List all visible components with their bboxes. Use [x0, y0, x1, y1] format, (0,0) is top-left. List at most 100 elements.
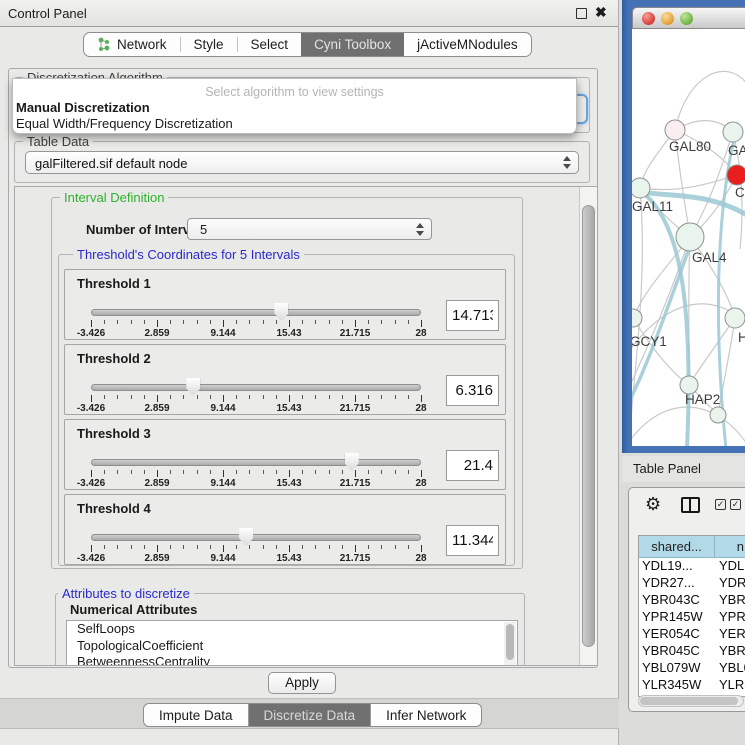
- popup-hint-text: Select algorithm to view settings: [13, 79, 576, 99]
- table-horizontal-scrollbar-thumb[interactable]: [640, 697, 738, 705]
- table-row[interactable]: YER054CYER0: [639, 626, 745, 643]
- popup-option-equal-width-frequency[interactable]: Equal Width/Frequency Discretization: [13, 115, 576, 131]
- slider-track[interactable]: [91, 309, 421, 316]
- threshold-2-value-field[interactable]: [446, 375, 499, 406]
- scale-tick: [329, 395, 330, 399]
- scale-tick-label: 15.43: [276, 478, 301, 489]
- network-node[interactable]: [676, 223, 704, 251]
- scale-tick: [210, 320, 211, 324]
- scale-tick: [395, 320, 396, 324]
- table-data-combobox[interactable]: galFiltered.sif default node: [25, 151, 579, 174]
- network-node[interactable]: [632, 178, 650, 198]
- tab-discretize-data[interactable]: Discretize Data: [249, 704, 372, 726]
- close-traffic-light[interactable]: [642, 12, 655, 25]
- threshold-1-block: Threshold 1 -3.4262.8599.14415.4321.7152…: [64, 269, 506, 340]
- threshold-1-value-field[interactable]: [446, 300, 499, 331]
- table-row[interactable]: YBR043CYBR0: [639, 592, 745, 609]
- scale-tick: [117, 320, 118, 324]
- network-tree-icon: [97, 37, 111, 52]
- attribute-list-item[interactable]: BetweennessCentrality: [67, 654, 517, 666]
- slider-thumb[interactable]: [274, 303, 288, 321]
- table-row[interactable]: YPR145WYPR1: [639, 609, 745, 626]
- threshold-3-value-field[interactable]: [446, 450, 499, 481]
- minimize-traffic-light[interactable]: [661, 12, 674, 25]
- checkbox-icon[interactable]: ✓: [715, 499, 726, 510]
- cell-shared-name: YER054C: [639, 626, 715, 643]
- attribute-list-item[interactable]: TopologicalCoefficient: [67, 638, 517, 655]
- tab-impute-data[interactable]: Impute Data: [144, 704, 249, 726]
- network-node[interactable]: [727, 165, 745, 185]
- column-header-shared-name[interactable]: shared...: [639, 536, 715, 557]
- network-node[interactable]: [665, 120, 685, 140]
- scale-tick: [421, 470, 422, 477]
- scale-tick: [183, 395, 184, 399]
- scale-tick: [421, 320, 422, 327]
- thresholds-group-title: Threshold's Coordinates for 5 Intervals: [73, 247, 304, 262]
- slider-track[interactable]: [91, 534, 421, 541]
- attributes-list-scrollbar: [504, 622, 516, 666]
- network-node-label: GAL4: [692, 250, 727, 265]
- table-row[interactable]: YLR345WYLR3: [639, 677, 745, 694]
- scale-tick: [355, 395, 356, 402]
- network-edge[interactable]: [689, 318, 735, 385]
- slider-thumb[interactable]: [345, 453, 359, 471]
- cell-shared-name: YBR045C: [639, 643, 715, 660]
- scale-tick-label: 2.859: [144, 403, 169, 414]
- control-panel-titlebar: Control Panel ✖: [0, 0, 618, 27]
- gear-icon[interactable]: ⚙: [645, 494, 661, 515]
- network-view-window: GAL80GALCGAL11GAL4GCY1HHAP2: [622, 0, 745, 453]
- zoom-traffic-light[interactable]: [680, 12, 693, 25]
- float-window-icon[interactable]: [576, 8, 587, 19]
- table-row[interactable]: YDR27...YDR2: [639, 575, 745, 592]
- scale-tick: [289, 395, 290, 402]
- tab-network[interactable]: Network: [84, 33, 180, 56]
- network-node[interactable]: [723, 122, 743, 142]
- scale-tick: [144, 545, 145, 549]
- column-layout-icon[interactable]: [681, 497, 700, 513]
- scale-tick: [395, 395, 396, 399]
- scale-tick: [329, 320, 330, 324]
- network-node[interactable]: [725, 308, 745, 328]
- scale-tick: [381, 320, 382, 324]
- tab-jactivemnodules[interactable]: jActiveMNodules: [404, 33, 531, 56]
- network-node-label: H: [738, 330, 745, 345]
- table-row[interactable]: YBL079WYBL0: [639, 660, 745, 677]
- network-canvas[interactable]: GAL80GALCGAL11GAL4GCY1HHAP2: [632, 29, 745, 446]
- table-row[interactable]: YDL19...YDL1: [639, 558, 745, 575]
- table-data-selected-value: galFiltered.sif default node: [35, 156, 187, 171]
- cell-name: YBR0: [715, 643, 745, 660]
- column-header-name[interactable]: n: [715, 536, 745, 557]
- number-of-intervals-spinner[interactable]: 5: [187, 218, 432, 240]
- scale-tick-label: -3.426: [77, 553, 105, 564]
- scale-tick: [210, 545, 211, 549]
- network-edge[interactable]: [640, 175, 737, 190]
- slider-thumb[interactable]: [239, 528, 253, 546]
- scale-tick: [289, 545, 290, 552]
- scale-tick: [355, 320, 356, 327]
- cell-shared-name: YBR043C: [639, 592, 715, 609]
- tab-infer-network[interactable]: Infer Network: [371, 704, 481, 726]
- apply-button[interactable]: Apply: [268, 672, 336, 694]
- threshold-4-value-field[interactable]: [446, 525, 499, 556]
- attributes-list-scrollbar-thumb[interactable]: [506, 624, 514, 660]
- table-row[interactable]: YBR045CYBR0: [639, 643, 745, 660]
- scale-tick-label: 28: [415, 553, 426, 564]
- network-node[interactable]: [710, 407, 726, 423]
- settings-vertical-scrollbar-thumb[interactable]: [582, 205, 595, 647]
- close-icon[interactable]: ✖: [595, 4, 607, 21]
- scale-tick: [197, 395, 198, 399]
- control-panel-window: Control Panel ✖ Network Style Select Cyn…: [0, 0, 619, 745]
- scale-tick: [368, 320, 369, 324]
- popup-option-manual-discretization[interactable]: Manual Discretization: [13, 99, 576, 115]
- slider-track[interactable]: [91, 384, 421, 391]
- tab-select[interactable]: Select: [238, 33, 302, 56]
- slider-track[interactable]: [91, 459, 421, 466]
- attribute-list-item[interactable]: SelfLoops: [67, 621, 517, 638]
- checkbox-icon[interactable]: ✓: [730, 499, 741, 510]
- network-node-label: HAP2: [685, 392, 720, 407]
- slider-thumb[interactable]: [186, 378, 200, 396]
- table-data-group: Table Data galFiltered.sif default node: [14, 141, 590, 183]
- tab-cyni-toolbox[interactable]: Cyni Toolbox: [301, 33, 404, 56]
- cell-shared-name: YLR345W: [639, 677, 715, 694]
- tab-style[interactable]: Style: [181, 33, 237, 56]
